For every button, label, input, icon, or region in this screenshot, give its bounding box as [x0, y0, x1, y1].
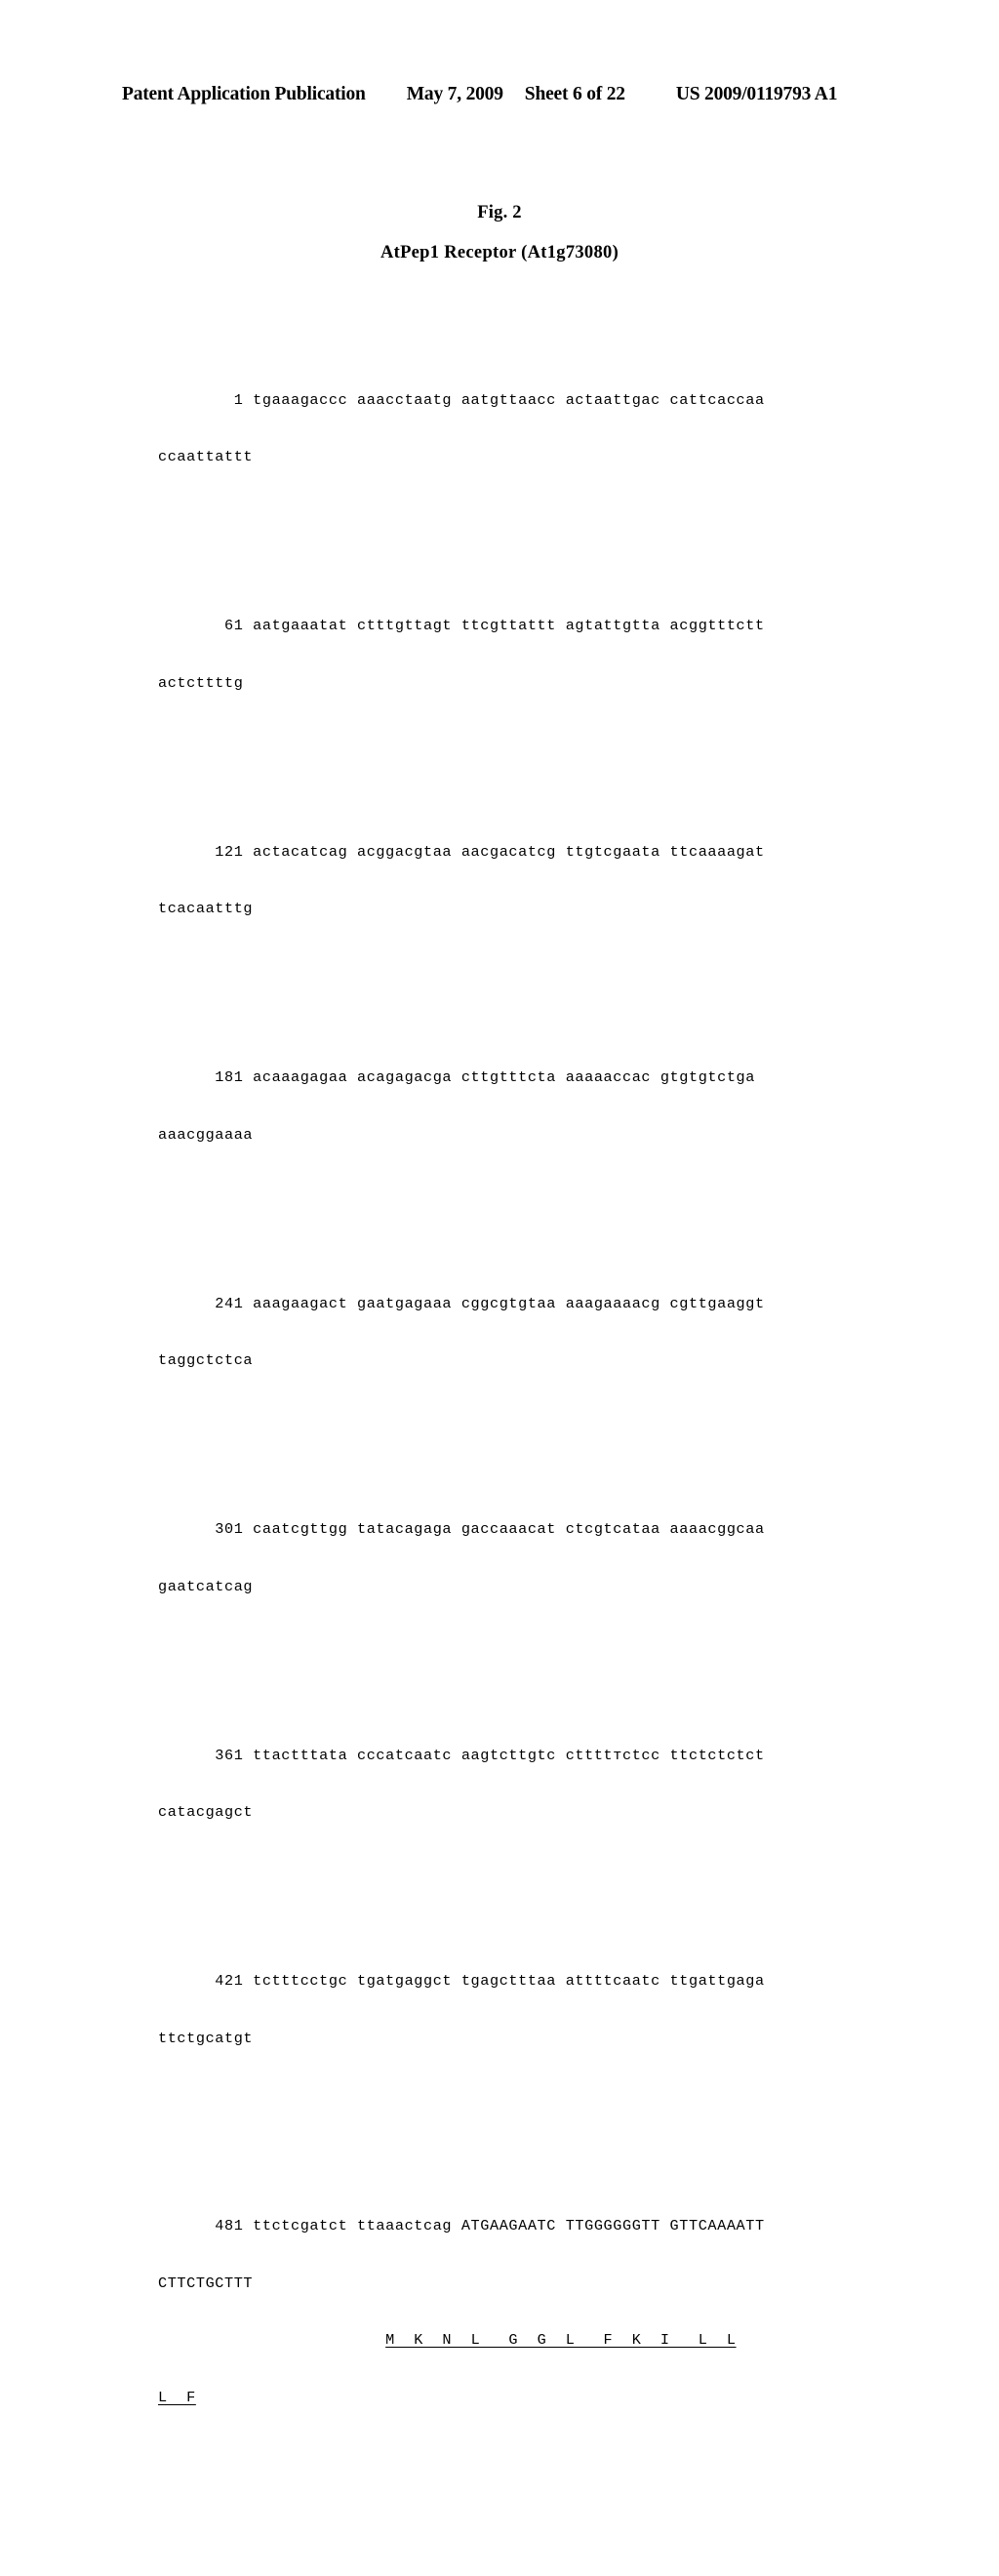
page-header: Patent Application Publication May 7, 20…	[122, 84, 863, 105]
nucleotide-line: 121 actacatcag acggacgtaa aacgacatcg ttg…	[158, 842, 765, 861]
sequence-block: 541 TCTTCTGTCT CTTTCTATCG ACCCACATAA TTT…	[158, 2538, 919, 2576]
sequence-block: 61 aatgaaatat ctttgttagt ttcgttattt agta…	[158, 579, 919, 731]
publication-date: May 7, 2009	[406, 84, 503, 104]
nucleotide-line-wrap: ccaattattt	[158, 448, 254, 465]
nucleotide-line: 421 tctttcctgc tgatgaggct tgagctttaa att…	[158, 1972, 765, 1990]
sequence-block: 421 tctttcctgc tgatgaggct tgagctttaa att…	[158, 1934, 919, 2086]
nucleotide-line-wrap: gaatcatcag	[158, 1577, 254, 1595]
nucleotide-line-wrap: ttctgcatgt	[158, 2029, 254, 2047]
amino-acid-underlined-segment: L F	[158, 2388, 196, 2406]
nucleotide-line-wrap: catacgagct	[158, 1803, 254, 1821]
nucleotide-line-wrap: taggctctca	[158, 1351, 254, 1369]
sequence-block: 301 caatcgttgg tatacagaga gaccaaacat ctc…	[158, 1482, 919, 1634]
nucleotide-line: 1 tgaaagaccc aaacctaatg aatgttaacc actaa…	[158, 390, 765, 409]
sequence-block: 121 actacatcag acggacgtaa aacgacatcg ttg…	[158, 805, 919, 957]
amino-acid-line-wrap: L F	[158, 2389, 919, 2408]
nucleotide-line-wrap: aaacggaaaa	[158, 1125, 254, 1144]
nucleotide-line-wrap: tcacaatttg	[158, 900, 254, 917]
sheet-number: Sheet 6 of 22	[524, 84, 625, 104]
patent-page: Patent Application Publication May 7, 20…	[0, 0, 999, 2406]
sequence-listing: 1 tgaaagaccc aaacctaatg aatgttaacc actaa…	[158, 296, 919, 2576]
sequence-block: 181 acaaagagaa acagagacga cttgtttcta aaa…	[158, 1030, 919, 1183]
publication-label: Patent Application Publication	[122, 84, 366, 104]
nucleotide-line: 181 acaaagagaa acagagacga cttgtttcta aaa…	[158, 1068, 755, 1086]
nucleotide-line: 301 caatcgttgg tatacagaga gaccaaacat ctc…	[158, 1520, 765, 1538]
nucleotide-line: 241 aaagaagact gaatgagaaa cggcgtgtaa aaa…	[158, 1294, 765, 1312]
amino-acid-line: M K N L G G L F K I L L	[158, 2331, 919, 2351]
sequence-block: 241 aaagaagact gaatgagaaa cggcgtgtaa aaa…	[158, 1257, 919, 1409]
figure-caption: AtPep1 Receptor (At1g73080)	[380, 243, 619, 262]
document-number: US 2009/0119793 A1	[675, 84, 838, 104]
sequence-block: 361 ttactttata cccatcaatc aagtcttgtc ctt…	[158, 1709, 919, 1861]
sequence-block: 481 ttctcgatct ttaaactcag ATGAAGAATC TTG…	[158, 2179, 919, 2445]
nucleotide-line: 481 ttctcgatct ttaaactcag ATGAAGAATC TTG…	[158, 2217, 765, 2234]
nucleotide-line-wrap: CTTCTGCTTT	[158, 2274, 254, 2292]
nucleotide-line: 61 aatgaaatat ctttgttagt ttcgttattt agta…	[158, 617, 765, 634]
sequence-block: 1 tgaaagaccc aaacctaatg aatgttaacc actaa…	[158, 353, 919, 505]
nucleotide-line-wrap: actcttttg	[158, 673, 244, 692]
nucleotide-line: 361 ttactttata cccatcaatc aagtcttgtc ctt…	[158, 1746, 765, 1764]
amino-acid-underlined-segment: M K N L G G L F K I L L	[385, 2331, 737, 2349]
figure-number: Fig. 2	[477, 203, 522, 222]
